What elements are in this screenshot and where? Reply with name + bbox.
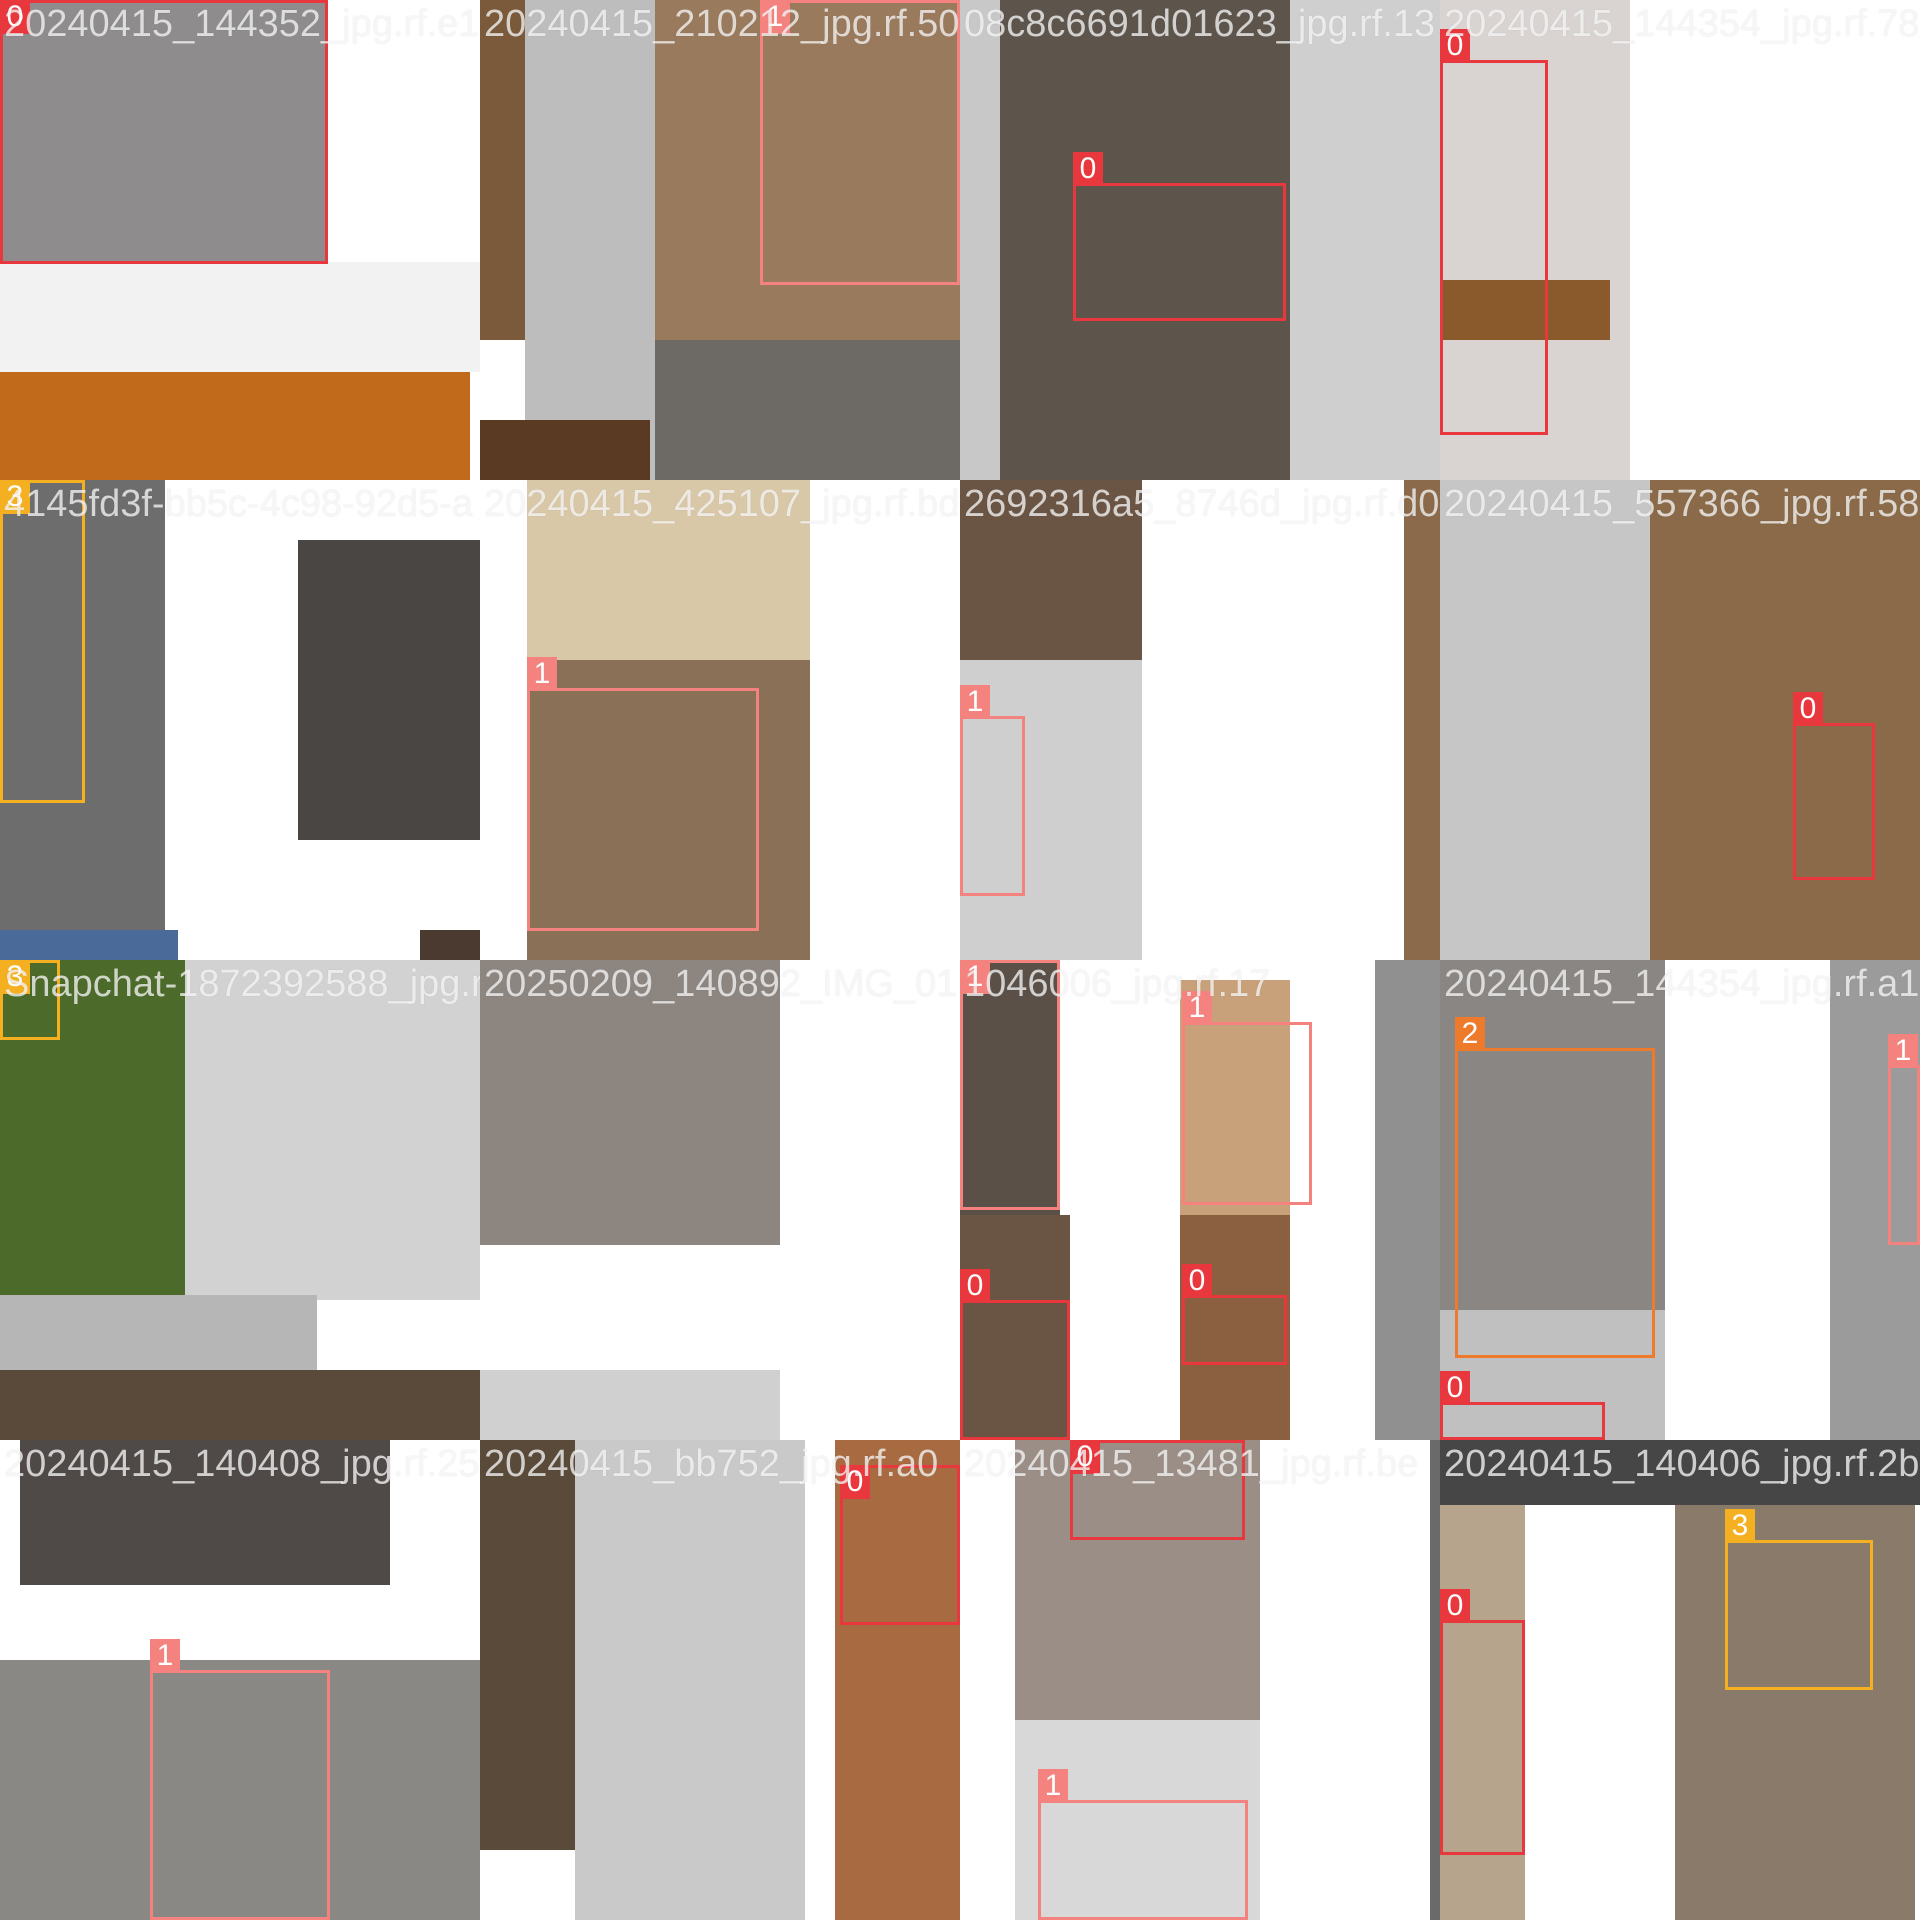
class-label: 1: [1182, 991, 1212, 1025]
class-label: 1: [150, 1639, 180, 1673]
photo-region: [0, 372, 470, 480]
bounding-box: 2: [1455, 1017, 1655, 1358]
mosaic-tile: 1 1 0 0 1046006_jpg.rf.17: [960, 960, 1440, 1440]
class-label: 0: [0, 0, 30, 34]
photo-region: [480, 1440, 575, 1850]
mosaic-tile: 0 20240415_144354_jpg.rf.78: [1440, 0, 1920, 480]
class-label: 3: [0, 960, 30, 994]
mosaic-tile: 1 20240415_210212_jpg.rf.50: [480, 0, 960, 480]
class-label: 1: [1038, 1769, 1068, 1803]
mosaic-tile: 0 20240415_bb752_jpg.rf.a0: [480, 1440, 960, 1920]
photo-region: [1375, 960, 1440, 1440]
class-label: 1: [960, 960, 990, 994]
mosaic-tile: 3 4145fd3f-bb5c-4c98-92d5-a: [0, 480, 480, 960]
photo-region: [420, 930, 480, 960]
mosaic-tile: 1 20240415_425107_jpg.rf.bd: [480, 480, 960, 960]
class-label: 3: [1725, 1509, 1755, 1543]
bounding-box: 0: [960, 1269, 1070, 1440]
class-label: 1: [1888, 1034, 1918, 1068]
photo-region: [480, 960, 780, 1245]
class-label: 0: [1073, 152, 1103, 186]
bounding-box: 1: [760, 0, 960, 285]
mosaic-tile: 0 20240415_557366_jpg.rf.58: [1440, 480, 1920, 960]
class-label: 3: [0, 480, 30, 514]
mosaic-tile: 3 Snapchat-1872392588_jpg.r: [0, 960, 480, 1440]
bounding-box: 0: [1440, 1589, 1525, 1855]
bounding-box: 0: [1182, 1264, 1287, 1365]
photo-region: [1430, 1440, 1440, 1920]
bounding-box: 0: [1070, 1440, 1245, 1540]
class-label: 0: [840, 1465, 870, 1499]
photo-region: [298, 540, 480, 840]
mosaic-tile: 1 20240415_140408_jpg.rf.25: [0, 1440, 480, 1920]
bounding-box: 1: [1888, 1034, 1920, 1245]
class-label: 1: [760, 0, 790, 34]
bounding-box: 0: [0, 0, 328, 264]
class-label: 0: [1440, 1371, 1470, 1405]
bounding-box: 3: [0, 960, 60, 1040]
photo-region: [480, 1370, 780, 1440]
class-label: 1: [960, 685, 990, 719]
bounding-box: 0: [1073, 152, 1286, 321]
bounding-box: 1: [1182, 991, 1312, 1205]
bounding-box: 0: [1440, 29, 1548, 435]
photo-region: [0, 930, 178, 960]
bounding-box: 1: [527, 657, 759, 931]
photo-region: [575, 1440, 805, 1920]
class-label: 0: [1070, 1440, 1100, 1474]
mosaic-tile: 0 1 20240415_13481_jpg.rf.be: [960, 1440, 1440, 1920]
mosaic-tile: 20250209_140892_IMG_01: [480, 960, 960, 1440]
photo-region: [1650, 480, 1920, 960]
photo-region: [0, 1370, 480, 1440]
bounding-box: 1: [960, 685, 1025, 896]
mosaic-tile: 2 1 0 20240415_144354_jpg.rf.a1: [1440, 960, 1920, 1440]
mosaic-tile: 0 20240415_144352_jpg.rf.e1: [0, 0, 480, 480]
photo-region: [1440, 1440, 1920, 1505]
mosaic-grid: 0 20240415_144352_jpg.rf.e1 1 20240415_2102…: [0, 0, 1920, 1920]
mosaic-tile: 0 08c8c6691d01623_jpg.rf.13: [960, 0, 1440, 480]
photo-region: [1404, 480, 1440, 960]
bounding-box: 1: [1038, 1769, 1248, 1920]
mosaic-tile: 1 2692316a5_8746d_jpg.rf.d0: [960, 480, 1440, 960]
photo-region: [960, 0, 1000, 480]
photo-region: [480, 0, 525, 340]
bounding-box: 0: [840, 1465, 960, 1625]
photo-region: [1290, 0, 1440, 480]
class-label: 0: [960, 1269, 990, 1303]
bounding-box: 0: [1793, 692, 1875, 880]
class-label: 1: [527, 657, 557, 691]
photo-region: [1440, 480, 1650, 960]
class-label: 2: [1455, 1017, 1485, 1051]
photo-region: [185, 960, 480, 1300]
bounding-box: 3: [0, 480, 85, 803]
photo-region: [480, 420, 650, 480]
class-label: 0: [1182, 1264, 1212, 1298]
mosaic-tile: 3 0 20240415_140406_jpg.rf.2b: [1440, 1440, 1920, 1920]
photo-region: [525, 0, 655, 480]
bounding-box: 0: [1440, 1371, 1605, 1440]
class-label: 0: [1440, 29, 1470, 63]
photo-region: [655, 340, 960, 480]
class-label: 0: [1793, 692, 1823, 726]
photo-region: [20, 1440, 390, 1585]
photo-region: [0, 1295, 317, 1370]
bounding-box: 3: [1725, 1509, 1873, 1690]
photo-region: [0, 262, 480, 372]
bounding-box: 1: [150, 1639, 330, 1920]
bounding-box: 1: [960, 960, 1060, 1210]
class-label: 0: [1440, 1589, 1470, 1623]
